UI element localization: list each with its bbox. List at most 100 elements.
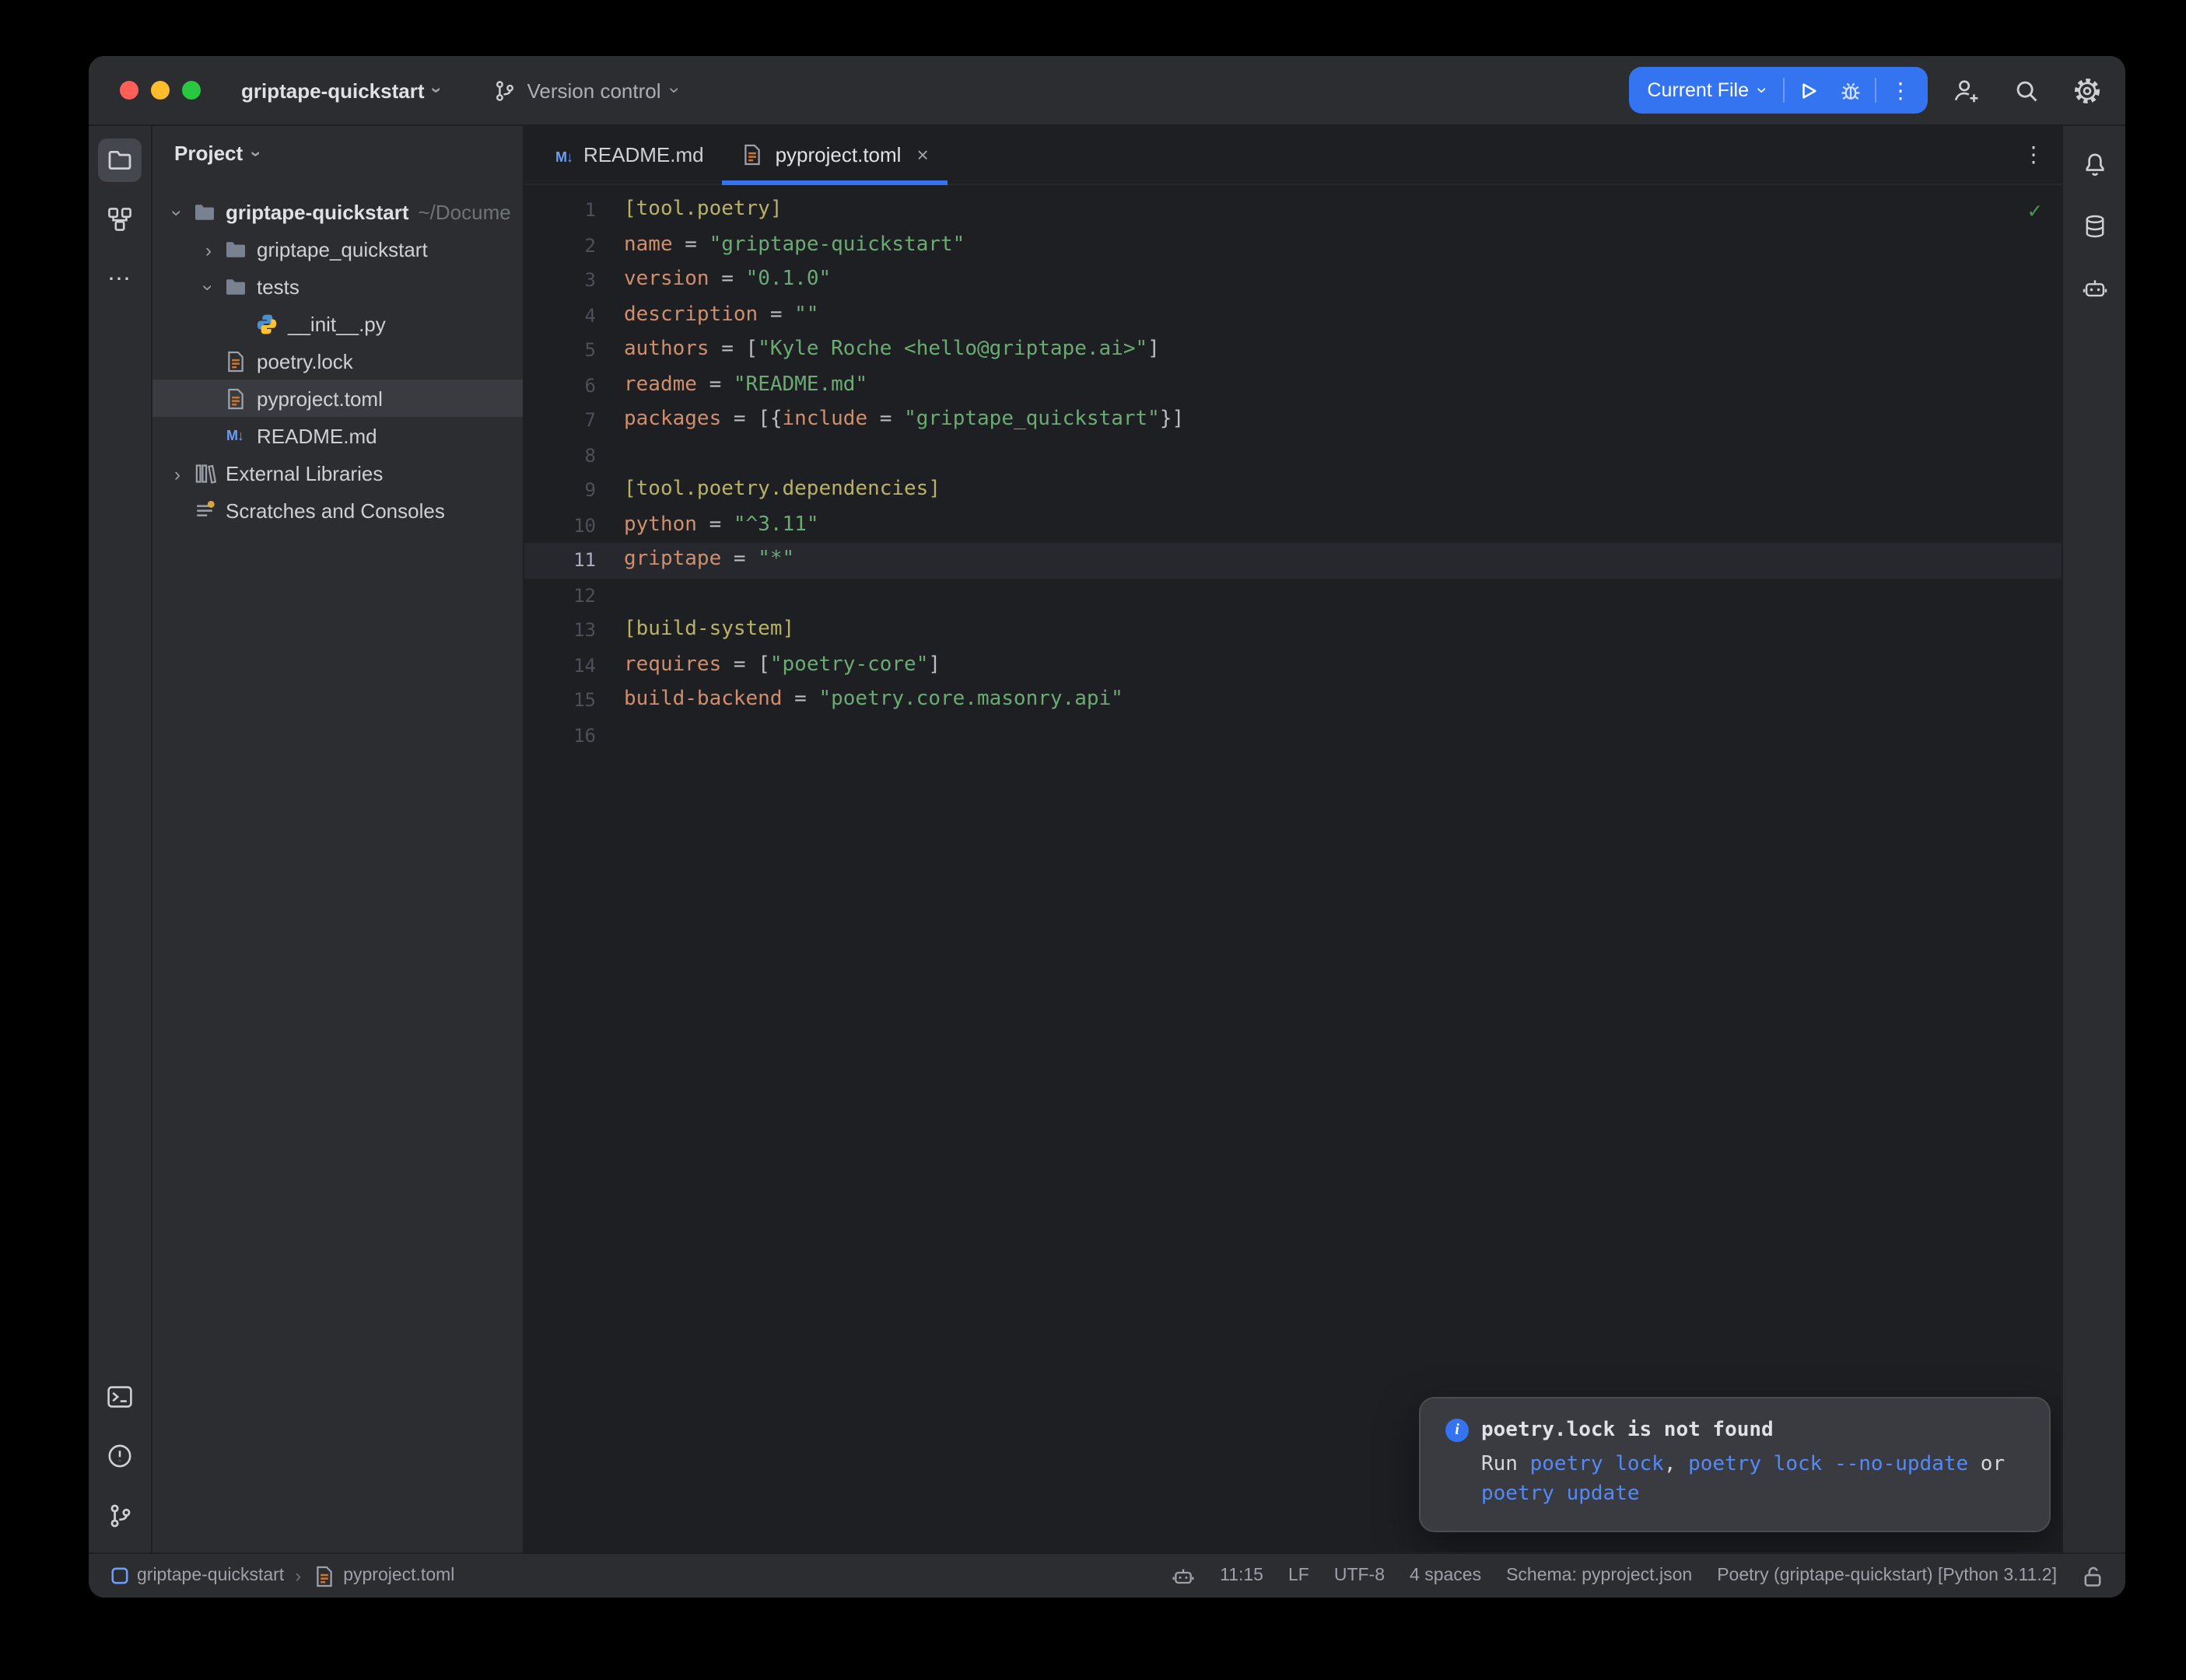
code-line-13[interactable]: 13[build-system] <box>524 613 2062 648</box>
ai-status-icon[interactable] <box>1172 1564 1195 1587</box>
add-user-button[interactable] <box>1942 67 1988 114</box>
line-number[interactable]: 13 <box>524 613 624 648</box>
chevron-down-icon[interactable]: › <box>165 200 190 223</box>
tree-item-pyproject.toml[interactable]: pyproject.toml <box>152 380 523 417</box>
code-line-4[interactable]: 4description = "" <box>524 298 2062 333</box>
git-branch-icon <box>493 79 517 102</box>
project-panel-header[interactable]: Project › <box>152 126 523 180</box>
status-item[interactable]: UTF-8 <box>1334 1566 1385 1585</box>
ai-assistant-button[interactable] <box>2072 266 2116 310</box>
terminal-tool-button[interactable] <box>98 1375 142 1419</box>
run-button[interactable] <box>1788 72 1830 109</box>
line-number[interactable]: 2 <box>524 228 624 263</box>
toast-link[interactable]: poetry lock --no-update <box>1688 1453 1968 1476</box>
code-line-12[interactable]: 12 <box>524 578 2062 613</box>
status-item[interactable]: 4 spaces <box>1410 1566 1481 1585</box>
code-line-15[interactable]: 15build-backend = "poetry.core.masonry.a… <box>524 683 2062 718</box>
python-icon <box>252 312 280 335</box>
status-item[interactable]: Schema: pyproject.json <box>1506 1566 1692 1585</box>
activity-bar-top: ⋯ <box>98 138 142 300</box>
line-number[interactable]: 5 <box>524 333 624 368</box>
notification-toast: i poetry.lock is not found Run poetry lo… <box>1419 1397 2051 1532</box>
status-widgets: 11:15 LF UTF-8 4 spaces Schema: pyproject.js… <box>1172 1564 2104 1587</box>
tree-item-poetry.lock[interactable]: poetry.lock <box>152 342 523 380</box>
code-line-16[interactable]: 16 <box>524 718 2062 753</box>
info-icon: i <box>1445 1419 1469 1442</box>
database-tool-button[interactable] <box>2072 204 2116 247</box>
code-line-8[interactable]: 8 <box>524 438 2062 473</box>
line-number[interactable]: 11 <box>524 543 624 578</box>
tree-item-External Libraries[interactable]: ›External Libraries <box>152 454 523 492</box>
code-line-5[interactable]: 5authors = ["Kyle Roche <hello@griptape.… <box>524 333 2062 368</box>
chevron-right-icon[interactable]: › <box>165 461 190 485</box>
tab-README.md[interactable]: M↓README.md <box>537 126 723 184</box>
code-line-7[interactable]: 7packages = [{include = "griptape_quicks… <box>524 403 2062 438</box>
inspections-ok-icon[interactable]: ✓ <box>2028 199 2041 224</box>
vcs-tool-button[interactable] <box>98 1493 142 1537</box>
chevron-down-icon[interactable]: › <box>196 275 221 298</box>
project-switcher[interactable]: griptape-quickstart › <box>241 79 440 102</box>
minimize-button[interactable] <box>151 81 170 100</box>
code-line-14[interactable]: 14requires = ["poetry-core"] <box>524 648 2062 683</box>
code-editor[interactable]: 1[tool.poetry]2name = "griptape-quicksta… <box>524 185 2062 1552</box>
line-number[interactable]: 1 <box>524 193 624 228</box>
settings-button[interactable] <box>2063 67 2110 114</box>
breadcrumb-pyproject.toml[interactable]: pyproject.toml <box>312 1564 454 1587</box>
tree-item-Scratches and Consoles[interactable]: Scratches and Consoles <box>152 492 523 529</box>
code-line-3[interactable]: 3version = "0.1.0" <box>524 263 2062 298</box>
status-item[interactable]: Poetry (griptape-quickstart) [Python 3.1… <box>1717 1566 2057 1585</box>
vcs-label: Version control <box>527 79 661 102</box>
lock-open-icon[interactable] <box>2082 1564 2104 1587</box>
folder-icon <box>221 275 249 298</box>
status-item[interactable]: LF <box>1288 1566 1309 1585</box>
code-line-1[interactable]: 1[tool.poetry] <box>524 193 2062 228</box>
status-item[interactable]: 11:15 <box>1220 1566 1263 1585</box>
close-button[interactable] <box>120 81 138 100</box>
tree-item-griptape-quickstart[interactable]: ›griptape-quickstart~/Docume <box>152 193 523 230</box>
vcs-widget[interactable]: Version control › <box>493 79 678 102</box>
tree-item-label: __init__.py <box>288 312 386 335</box>
line-number[interactable]: 3 <box>524 263 624 298</box>
line-number[interactable]: 14 <box>524 648 624 683</box>
tab-pyproject.toml[interactable]: pyproject.toml× <box>723 126 948 184</box>
line-number[interactable]: 10 <box>524 508 624 543</box>
project-tool-button[interactable] <box>98 138 142 182</box>
tab-options-icon[interactable]: ⋮ <box>2006 126 2062 184</box>
toml-icon <box>221 387 249 410</box>
line-number[interactable]: 12 <box>524 578 624 613</box>
code-line-2[interactable]: 2name = "griptape-quickstart" <box>524 228 2062 263</box>
code-line-10[interactable]: 10python = "^3.11" <box>524 508 2062 543</box>
tree-item-tests[interactable]: ›tests <box>152 268 523 305</box>
line-number[interactable]: 9 <box>524 473 624 508</box>
line-number[interactable]: 16 <box>524 718 624 753</box>
search-button[interactable] <box>2002 67 2049 114</box>
code-text: packages = [{include = "griptape_quickst… <box>624 403 1184 438</box>
problems-tool-button[interactable] <box>98 1434 142 1478</box>
debug-button[interactable] <box>1830 72 1872 109</box>
zoom-button[interactable] <box>182 81 201 100</box>
line-number[interactable]: 7 <box>524 403 624 438</box>
tree-item-griptape_quickstart[interactable]: ›griptape_quickstart <box>152 230 523 268</box>
structure-tool-button[interactable] <box>98 198 142 241</box>
notifications-button[interactable] <box>2072 142 2116 185</box>
close-tab-icon[interactable]: × <box>916 143 928 166</box>
code-line-6[interactable]: 6readme = "README.md" <box>524 368 2062 403</box>
tree-item-README.md[interactable]: M↓README.md <box>152 417 523 454</box>
tree-item-__init__.py[interactable]: __init__.py <box>152 305 523 342</box>
project-icon <box>110 1566 129 1585</box>
code-line-11[interactable]: 11griptape = "*" <box>524 543 2062 578</box>
chevron-right-icon[interactable]: › <box>196 237 221 261</box>
run-config-selector[interactable]: Current File › <box>1647 79 1780 101</box>
more-tools-button[interactable]: ⋯ <box>98 257 142 300</box>
line-number[interactable]: 4 <box>524 298 624 333</box>
toast-link[interactable]: poetry update <box>1481 1482 1640 1506</box>
run-more-icon[interactable]: ⋮ <box>1879 72 1922 109</box>
toast-link[interactable]: poetry lock <box>1530 1453 1664 1476</box>
code-line-9[interactable]: 9[tool.poetry.dependencies] <box>524 473 2062 508</box>
toml-icon <box>312 1564 335 1587</box>
project-tree: ›griptape-quickstart~/Docume›griptape_qu… <box>152 193 523 1552</box>
breadcrumb-griptape-quickstart[interactable]: griptape-quickstart <box>110 1566 284 1585</box>
line-number[interactable]: 8 <box>524 438 624 473</box>
line-number[interactable]: 6 <box>524 368 624 403</box>
line-number[interactable]: 15 <box>524 683 624 718</box>
